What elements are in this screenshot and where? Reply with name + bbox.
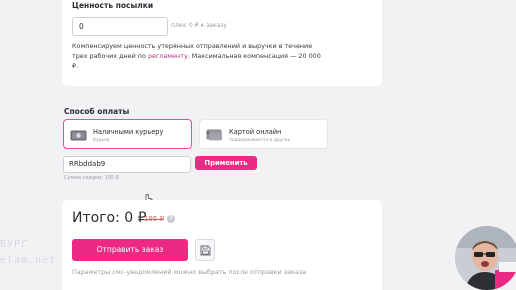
watermark-line-1: БУРГ <box>0 239 29 250</box>
order-total: Итого: 0 ₽ <box>72 210 147 226</box>
payment-option-name: Картой онлайн <box>229 128 282 136</box>
card-icon <box>206 127 223 141</box>
submit-order-button[interactable]: Отправить заказ <box>72 239 188 261</box>
payment-option-cash-courier[interactable]: Наличными курьеру Курьер <box>63 119 192 149</box>
watermark-line-2: elam.net <box>0 255 57 266</box>
payment-option-card-online[interactable]: Картой онлайн поддерживается в других <box>199 119 328 149</box>
compensation-text: Компенсируем ценность утерянных отправле… <box>72 41 322 71</box>
regulations-link[interactable]: регламенту <box>148 52 188 60</box>
apply-promo-button[interactable]: Применить <box>195 156 257 170</box>
payment-option-name: Наличными курьеру <box>93 128 164 136</box>
payment-option-subtitle: Курьер <box>93 138 110 143</box>
payment-method-title: Способ оплаты <box>64 107 130 116</box>
save-icon <box>200 245 211 256</box>
cash-icon <box>70 127 87 141</box>
promo-code-input[interactable]: RRbddab9 <box>63 156 191 173</box>
parcel-value-hint: плюс 0 ₽ к заказу <box>171 22 227 29</box>
info-icon[interactable]: ? <box>167 215 175 223</box>
old-price: 195 ₽ <box>144 215 165 223</box>
parcel-value-title: Ценность посылки <box>72 1 154 10</box>
payment-option-subtitle: поддерживается в других <box>229 138 291 143</box>
presenter-avatar <box>455 226 516 290</box>
discount-amount-text: Сумма скидки: 195 ₽ <box>64 175 119 181</box>
save-draft-button[interactable] <box>195 239 215 261</box>
parcel-value-card: Ценность посылки 0 плюс 0 ₽ к заказу Ком… <box>62 0 382 86</box>
order-total-card: Итого: 0 ₽ 195 ₽ ? Отправить заказ Парам… <box>62 200 382 290</box>
parcel-value-input[interactable]: 0 <box>72 17 168 36</box>
sms-settings-note: Параметры смс-уведомлений можно выбрать … <box>72 268 307 276</box>
